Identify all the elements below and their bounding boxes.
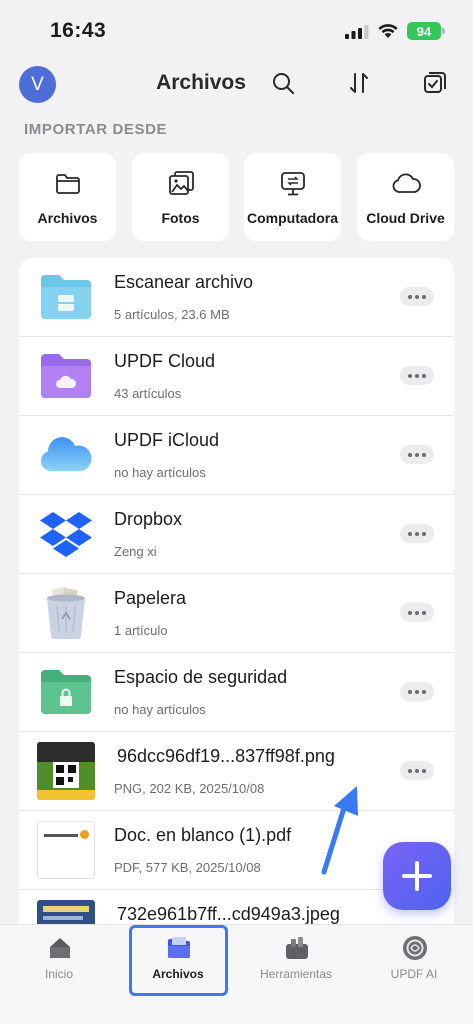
png-thumbnail: [37, 742, 95, 800]
file-name: Escanear archivo: [114, 272, 254, 292]
more-button[interactable]: [400, 603, 434, 622]
sort-button[interactable]: [344, 68, 374, 98]
list-item-png[interactable]: 96dcc96df19...837ff98f.png PNG, 202 KB, …: [19, 732, 454, 811]
computer-icon: [280, 172, 305, 196]
more-button[interactable]: [400, 445, 434, 464]
file-meta: 1 artículo: [114, 623, 168, 638]
status-time: 16:43: [50, 19, 107, 42]
list-item-updf-icloud[interactable]: UPDF iCloud no hay artículos: [19, 416, 454, 495]
tab-inicio[interactable]: Inicio: [0, 925, 118, 1024]
list-item-espacio-seguridad[interactable]: Espacio de seguridad no hay artículos: [19, 653, 454, 732]
list-item-papelera[interactable]: Papelera 1 artículo: [19, 574, 454, 653]
file-meta: Zeng xi: [114, 544, 157, 559]
cloud-icon: [392, 173, 421, 193]
file-name: Dropbox: [114, 509, 183, 529]
home-icon: [50, 938, 70, 958]
file-meta: 43 artículos: [114, 386, 182, 401]
secure-folder-icon: [41, 670, 91, 714]
plus-icon: [402, 861, 432, 891]
import-cloud-drive-button[interactable]: Cloud Drive: [357, 153, 454, 241]
trash-icon: [47, 586, 85, 639]
cloud-folder-icon: [41, 354, 91, 398]
active-tab-highlight: [129, 925, 228, 996]
file-name: 96dcc96df19...837ff98f.png: [117, 746, 335, 766]
file-meta: 5 artículos, 23.6 MB: [114, 307, 230, 322]
avatar[interactable]: V: [19, 66, 56, 103]
dropbox-icon: [40, 512, 92, 557]
file-name: UPDF Cloud: [114, 351, 216, 371]
select-icon: [424, 72, 446, 93]
search-button[interactable]: [268, 68, 298, 98]
battery-level: 94: [416, 23, 432, 39]
scan-folder-icon: [41, 275, 91, 319]
page-title: Archivos: [156, 71, 246, 94]
tools-icon: [286, 937, 308, 959]
file-meta: no hay artículos: [114, 702, 206, 717]
list-item-escanear[interactable]: Escanear archivo 5 artículos, 23.6 MB: [19, 258, 454, 337]
more-button[interactable]: [400, 682, 434, 701]
list-item-updf-cloud[interactable]: UPDF Cloud 43 artículos: [19, 337, 454, 416]
import-archivos-button[interactable]: Archivos: [19, 153, 116, 241]
battery-cap: [442, 28, 445, 34]
file-name: 732e961b7ff...cd949a3.jpeg: [117, 904, 340, 924]
import-fotos-button[interactable]: Fotos: [132, 153, 229, 241]
more-button[interactable]: [400, 524, 434, 543]
file-meta: PDF, 577 KB, 2025/10/08: [114, 860, 261, 875]
photos-icon: [168, 171, 194, 195]
annotation-arrow-icon: [321, 786, 358, 875]
pdf-thumbnail: [37, 821, 95, 879]
tab-updf-ai[interactable]: UPDF AI: [355, 925, 473, 1024]
tab-bar: Inicio Archivos Herramientas UPDF AI: [0, 924, 473, 1024]
tab-label: Inicio: [44, 967, 73, 981]
wifi-icon: [378, 24, 398, 38]
status-bar: 16:43 94: [0, 0, 473, 60]
more-button[interactable]: [400, 287, 434, 306]
icloud-icon: [40, 437, 92, 471]
avatar-letter: V: [31, 73, 44, 95]
import-cloud-drive-label: Cloud Drive: [366, 210, 445, 226]
add-button[interactable]: [383, 842, 451, 910]
file-name: Espacio de seguridad: [114, 667, 288, 687]
more-button[interactable]: [400, 366, 434, 385]
import-fotos-label: Fotos: [161, 210, 200, 226]
file-meta: PNG, 202 KB, 2025/10/08: [114, 781, 265, 796]
file-name: UPDF iCloud: [114, 430, 220, 450]
ai-icon: [403, 936, 427, 960]
sort-icon: [350, 73, 368, 93]
file-name: Papelera: [114, 588, 187, 608]
more-button[interactable]: [400, 761, 434, 780]
list-item-dropbox[interactable]: Dropbox Zeng xi: [19, 495, 454, 574]
battery-icon: 94: [407, 22, 441, 40]
import-archivos-label: Archivos: [37, 210, 98, 226]
folder-icon: [55, 174, 80, 194]
import-section-label: IMPORTAR DESDE: [24, 121, 168, 138]
tab-herramientas[interactable]: Herramientas: [237, 925, 355, 1024]
import-computadora-button[interactable]: Computadora: [244, 153, 341, 241]
select-button[interactable]: [420, 68, 450, 98]
import-computadora-label: Computadora: [247, 210, 338, 226]
file-meta: no hay artículos: [114, 465, 206, 480]
file-name: Doc. en blanco (1).pdf: [114, 825, 292, 845]
signal-icon: [345, 25, 369, 39]
tab-label: Herramientas: [259, 967, 333, 981]
search-icon: [273, 73, 294, 94]
tab-label: UPDF AI: [390, 967, 438, 981]
